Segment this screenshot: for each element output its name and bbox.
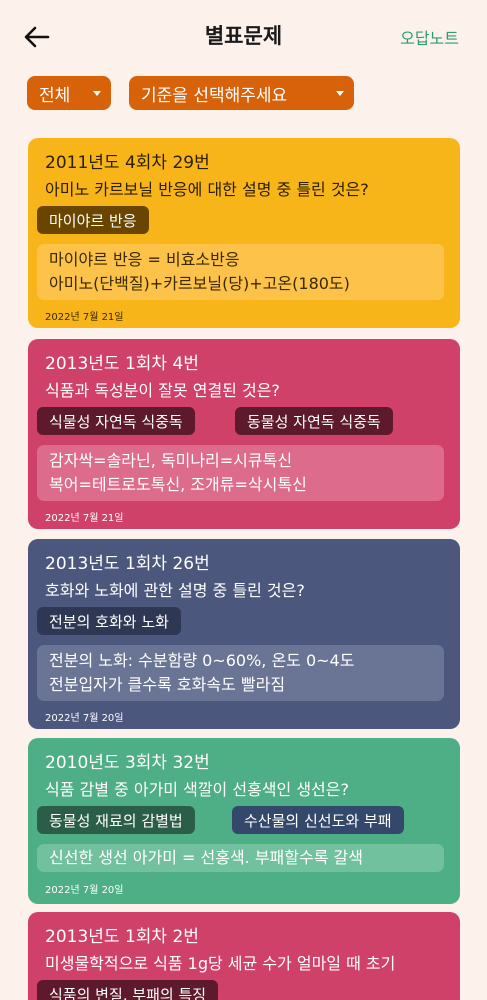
question-text: 식품 감별 중 아가미 색깔이 선홍색인 생선은? — [45, 780, 349, 799]
card-date: 2022년 7월 20일 — [45, 885, 124, 896]
question-title: 2011년도 4회차 29번 — [45, 153, 210, 173]
card-date: 2022년 7월 21일 — [45, 513, 124, 524]
question-title: 2013년도 1회차 26번 — [45, 554, 210, 574]
wrong-note-link[interactable]: 오답노트 — [400, 25, 459, 49]
question-text: 식품과 독성분이 잘못 연결된 것은? — [45, 381, 280, 400]
app-header: 별표문제 오답노트 — [0, 0, 487, 72]
question-text: 아미노 카르보닐 반응에 대한 설명 중 틀린 것은? — [45, 180, 369, 199]
tag-chip[interactable]: 수산물의 신선도와 부패 — [232, 806, 404, 834]
tag-chip[interactable]: 전분의 호화와 노화 — [37, 607, 181, 635]
card-date: 2022년 7월 21일 — [45, 312, 124, 323]
question-title: 2010년도 3회차 32번 — [45, 753, 210, 773]
tag-chip[interactable]: 마이야르 반응 — [37, 206, 149, 234]
tag-chip[interactable]: 식물성 자연독 식중독 — [37, 407, 195, 435]
memo-line: 감자싹=솔라닌, 독미나리=시큐톡신 — [49, 451, 293, 470]
memo-line: 아미노(단백질)+카르보닐(당)+고온(180도) — [49, 274, 350, 293]
filter-all-label: 전체 — [39, 85, 71, 106]
memo-box: 마이야르 반응 = 비효소반응 아미노(단백질)+카르보닐(당)+고온(180도… — [37, 244, 444, 300]
memo-box: 신선한 생선 아가미 = 선홍색. 부패할수록 갈색 — [37, 844, 444, 872]
tag-chip[interactable]: 동물성 재료의 감별법 — [37, 806, 195, 834]
question-card[interactable]: 2011년도 4회차 29번 아미노 카르보닐 반응에 대한 설명 중 틀린 것… — [28, 138, 460, 328]
question-text: 호화와 노화에 관한 설명 중 틀린 것은? — [45, 581, 305, 600]
filter-all-dropdown[interactable]: 전체 — [27, 76, 111, 110]
memo-line: 전분입자가 클수록 호화속도 빨라짐 — [49, 675, 286, 694]
memo-line: 신선한 생선 아가미 = 선홍색. 부패할수록 갈색 — [49, 848, 363, 867]
memo-line: 마이야르 반응 = 비효소반응 — [49, 250, 240, 269]
card-date: 2022년 7월 20일 — [45, 713, 124, 724]
filter-criteria-dropdown[interactable]: 기준을 선택해주세요 — [129, 76, 354, 110]
question-title: 2013년도 1회차 4번 — [45, 354, 199, 374]
memo-box: 감자싹=솔라닌, 독미나리=시큐톡신 복어=테트로도톡신, 조개류=삭시톡신 — [37, 445, 444, 501]
question-card[interactable]: 2013년도 1회차 26번 호화와 노화에 관한 설명 중 틀린 것은? 전분… — [28, 539, 460, 729]
memo-line: 복어=테트로도톡신, 조개류=삭시톡신 — [49, 475, 307, 494]
caret-down-icon — [336, 91, 344, 96]
question-card[interactable]: 2013년도 1회차 4번 식품과 독성분이 잘못 연결된 것은? 식물성 자연… — [28, 339, 460, 529]
question-card[interactable]: 2013년도 1회차 2번 미생물학적으로 식품 1g당 세균 수가 얼마일 때… — [28, 912, 460, 1000]
memo-line: 전분의 노화: 수분함량 0~60%, 온도 0~4도 — [49, 651, 355, 670]
tag-chip[interactable]: 동물성 자연독 식중독 — [235, 407, 393, 435]
question-card[interactable]: 2010년도 3회차 32번 식품 감별 중 아가미 색깔이 선홍색인 생선은?… — [28, 738, 460, 904]
tag-chip[interactable]: 식품의 변질, 부패의 특징 — [37, 980, 219, 1000]
filter-criteria-label: 기준을 선택해주세요 — [141, 85, 288, 106]
caret-down-icon — [93, 91, 101, 96]
question-title: 2013년도 1회차 2번 — [45, 927, 199, 947]
question-text: 미생물학적으로 식품 1g당 세균 수가 얼마일 때 초기 — [45, 954, 396, 973]
memo-box: 전분의 노화: 수분함량 0~60%, 온도 0~4도 전분입자가 클수록 호화… — [37, 645, 444, 701]
